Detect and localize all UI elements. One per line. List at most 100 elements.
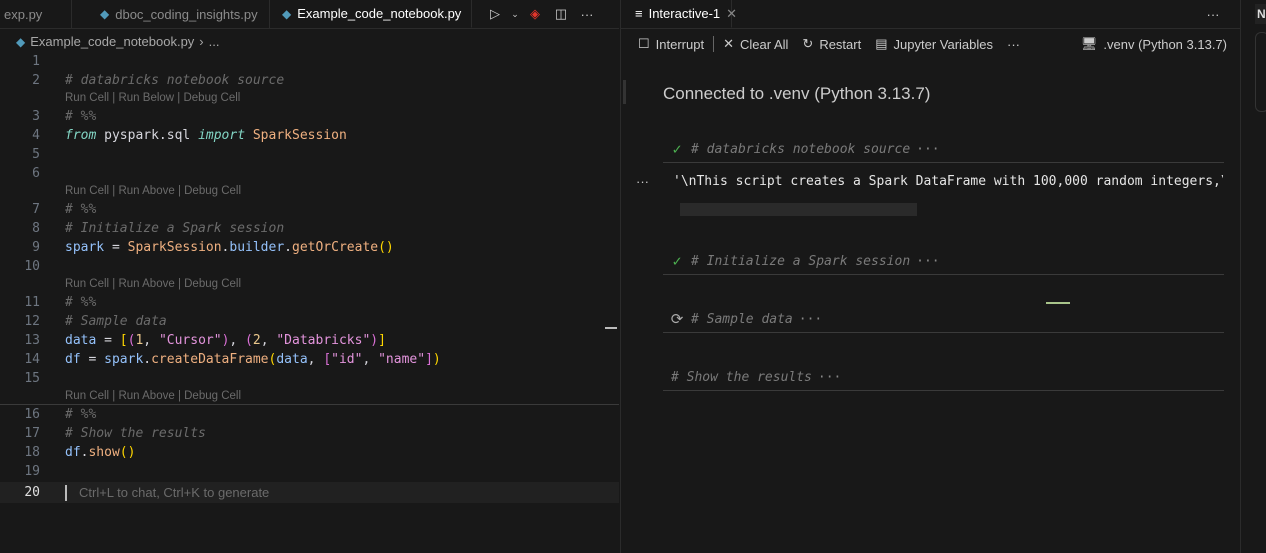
- code-token: data: [65, 333, 97, 348]
- close-icon[interactable]: ✕: [726, 6, 737, 22]
- code-line[interactable]: 15: [0, 369, 619, 388]
- code-line[interactable]: 8 # Initialize a Spark session: [0, 219, 619, 238]
- code-line[interactable]: 6: [0, 164, 619, 183]
- breadcrumb: ◆ Example_code_notebook.py › ...: [0, 29, 619, 54]
- code-token: (: [245, 333, 253, 348]
- output-actions-icon[interactable]: ···: [636, 174, 649, 189]
- cell-databricks-notebook-source[interactable]: ✓ # databricks notebook source ···: [663, 136, 1224, 163]
- code-line[interactable]: 10: [0, 257, 619, 276]
- restart-icon: ↻: [802, 36, 814, 51]
- code-token: SparkSession: [252, 128, 347, 143]
- code-token: show: [88, 445, 120, 460]
- code-line[interactable]: 2 # databricks notebook source: [0, 71, 619, 90]
- clear-all-label: Clear All: [739, 36, 789, 52]
- restart-button[interactable]: ↻ Restart: [795, 36, 868, 52]
- code-line[interactable]: 18 df.show(): [0, 443, 619, 462]
- line-number: 16: [24, 407, 40, 422]
- run-icon[interactable]: ▷: [484, 6, 506, 22]
- horizontal-scrollbar[interactable]: [680, 203, 917, 216]
- interrupt-button[interactable]: ☐ Interrupt: [631, 36, 711, 52]
- code-token: .: [143, 352, 152, 367]
- code-line[interactable]: 1: [0, 52, 619, 71]
- code-token: [: [119, 333, 128, 348]
- tab-example-code-notebook[interactable]: ◆ Example_code_notebook.py: [270, 0, 472, 28]
- code-line[interactable]: 17 # Show the results: [0, 424, 619, 443]
- jupyter-variables-button[interactable]: ▤ Jupyter Variables: [868, 36, 1000, 52]
- clear-all-button[interactable]: ✕ Clear All: [716, 36, 795, 52]
- code-token: (): [378, 240, 394, 255]
- code-token: ,: [229, 333, 246, 348]
- code-token: ]: [378, 333, 386, 348]
- breadcrumb-symbol[interactable]: ...: [209, 34, 220, 49]
- code-line[interactable]: 11 # %%: [0, 293, 619, 312]
- ai-hint-placeholder: Ctrl+L to chat, Ctrl+K to generate: [79, 485, 270, 500]
- code-token: # %%: [65, 202, 97, 217]
- breadcrumb-file[interactable]: Example_code_notebook.py: [30, 34, 194, 49]
- tab-dboc-coding-insights[interactable]: ◆ dboc_coding_insights.py: [72, 0, 270, 28]
- cell-sample-data[interactable]: ⟳ # Sample data ···: [663, 306, 1224, 333]
- code-token: data: [276, 352, 308, 367]
- line-number: 8: [32, 221, 40, 236]
- variables-icon: ▤: [875, 36, 888, 51]
- code-line[interactable]: 13 data = [(1, "Cursor"), (2, "Databricks…: [0, 331, 619, 350]
- code-token: import: [198, 128, 246, 143]
- line-text: spark = SparkSession.builder.getOrCreate…: [65, 238, 394, 257]
- codelens-run-cell[interactable]: Run Cell | Run Below | Debug Cell: [0, 90, 619, 107]
- code-token: ,: [260, 333, 277, 348]
- code-line[interactable]: 4 from pyspark.sql import SparkSession: [0, 126, 619, 145]
- code-line[interactable]: 9 spark = SparkSession.builder.getOrCreat…: [0, 238, 619, 257]
- codelens-run-cell[interactable]: Run Cell | Run Above | Debug Cell: [0, 183, 619, 200]
- line-number: 18: [24, 445, 40, 460]
- code-line[interactable]: 16 # %%: [0, 405, 619, 424]
- code-line[interactable]: 7 # %%: [0, 200, 619, 219]
- line-number: 20: [24, 485, 40, 500]
- code-line[interactable]: 14 df = spark.createDataFrame(data, ["id"…: [0, 350, 619, 369]
- check-icon: ✓: [672, 252, 682, 270]
- line-number: 1: [32, 54, 40, 69]
- interactive-tab-bar: ≡ Interactive-1 ✕ ···: [621, 0, 1240, 29]
- more-actions-icon[interactable]: ···: [1202, 0, 1224, 28]
- side-panel-box: [1255, 32, 1266, 112]
- side-panel: N: [1240, 0, 1266, 553]
- code-token: 2: [252, 333, 261, 348]
- line-text: Ctrl+L to chat, Ctrl+K to generate: [65, 482, 269, 504]
- code-token: # %%: [65, 407, 97, 422]
- ellipsis-icon: ···: [817, 369, 842, 385]
- cell-initialize-spark[interactable]: ✓ # Initialize a Spark session ···: [663, 248, 1224, 275]
- code-line[interactable]: 20 Ctrl+L to chat, Ctrl+K to generate: [0, 482, 619, 503]
- line-text: # Initialize a Spark session: [65, 219, 284, 238]
- code-line[interactable]: 19: [0, 462, 619, 481]
- code-token: createDataFrame: [151, 352, 269, 367]
- tab-interactive-1[interactable]: ≡ Interactive-1 ✕: [621, 0, 737, 28]
- code-token: from: [65, 128, 97, 143]
- code-line[interactable]: 5: [0, 145, 619, 164]
- overview-ruler-mark: [605, 327, 617, 329]
- code-token: (): [119, 445, 136, 460]
- more-icon[interactable]: ···: [1000, 37, 1027, 52]
- code-line[interactable]: 12 # Sample data: [0, 312, 619, 331]
- split-editor-icon[interactable]: ◫: [550, 6, 572, 22]
- code-token: "name": [378, 352, 426, 367]
- tab-label: exp.py: [4, 6, 43, 22]
- cell-title: # Initialize a Spark session: [691, 253, 911, 269]
- line-number: 17: [24, 426, 40, 441]
- line-text: # Sample data: [65, 312, 167, 331]
- codelens-run-cell[interactable]: Run Cell | Run Above | Debug Cell: [0, 276, 619, 293]
- ellipsis-icon: ···: [916, 253, 940, 269]
- code-token: spark: [65, 240, 105, 255]
- databricks-icon[interactable]: ◈: [524, 6, 546, 22]
- kernel-picker[interactable]: 🖥︎ .venv (Python 3.13.7): [1074, 36, 1234, 52]
- code-line[interactable]: 3 # %%: [0, 107, 619, 126]
- code-token: builder: [229, 240, 285, 255]
- chevron-down-icon[interactable]: ⌄: [510, 9, 520, 20]
- line-number: 11: [24, 295, 40, 310]
- tab-exp[interactable]: exp.py: [0, 0, 72, 28]
- more-actions-icon[interactable]: ···: [576, 7, 598, 22]
- codelens-run-cell[interactable]: Run Cell | Run Above | Debug Cell: [0, 388, 619, 405]
- cell-show-results[interactable]: # Show the results ···: [663, 364, 1224, 391]
- tab-label: dboc_coding_insights.py: [115, 6, 258, 22]
- restart-label: Restart: [819, 36, 862, 52]
- code-token: "id": [331, 352, 363, 367]
- line-number: 19: [24, 464, 40, 479]
- code-editor[interactable]: 1 2 # databricks notebook source Run Cell |…: [0, 52, 619, 503]
